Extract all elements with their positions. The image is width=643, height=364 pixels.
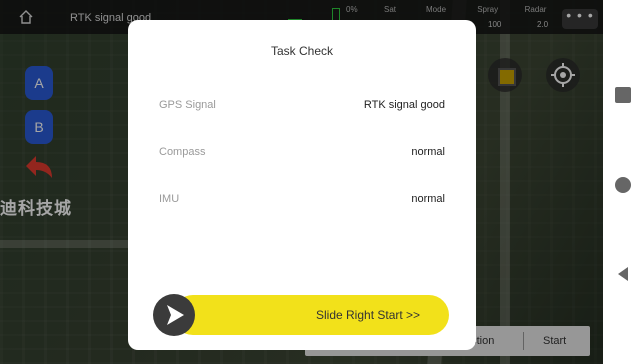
- slider-handle[interactable]: [153, 294, 195, 336]
- row-label: Compass: [159, 146, 206, 158]
- slide-to-start[interactable]: Slide Right Start >>: [153, 294, 449, 336]
- row-value: normal: [411, 146, 445, 158]
- system-nav-bar: [603, 0, 643, 364]
- back-nav-icon[interactable]: [615, 266, 631, 282]
- play-arrow-icon: [167, 305, 184, 325]
- row-value: normal: [411, 193, 445, 205]
- recent-apps-icon[interactable]: [615, 87, 631, 103]
- task-check-dialog: Task Check GPS Signal RTK signal good Co…: [128, 20, 476, 350]
- row-value: RTK signal good: [363, 99, 445, 111]
- dialog-title: Task Check: [270, 44, 334, 58]
- home-nav-icon[interactable]: [615, 177, 631, 193]
- slider-label: Slide Right Start >>: [316, 308, 421, 322]
- row-label: GPS Signal: [159, 99, 216, 111]
- row-label: IMU: [159, 193, 180, 205]
